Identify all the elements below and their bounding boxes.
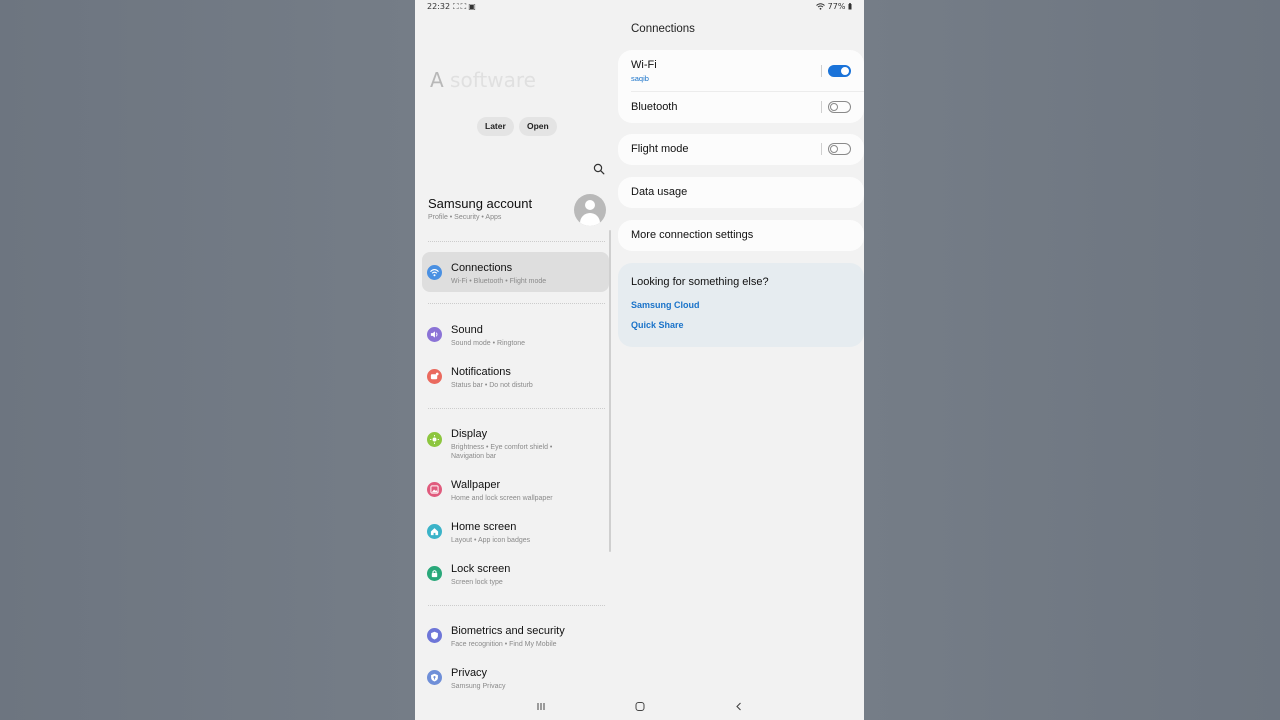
menu-title: Connections (451, 262, 513, 274)
divider (428, 408, 605, 409)
menu-subtitle: Wi-Fi • Bluetooth • Flight mode (451, 278, 547, 285)
menu-item-notifications[interactable]: Notifications Status bar • Do not distur… (422, 356, 609, 396)
battery-level: 77% (827, 2, 846, 11)
recent-apps-icon[interactable] (533, 699, 549, 715)
samsung-account[interactable]: Samsung account Profile • Security • App… (428, 196, 532, 221)
menu-item-wallpaper[interactable]: Wallpaper Home and lock screen wallpaper (422, 469, 609, 509)
privacy-icon (427, 670, 442, 685)
menu-title: Lock screen (451, 563, 511, 575)
menu-subtitle-line2: Navigation bar (451, 453, 497, 460)
menu-title: Sound (451, 324, 483, 336)
divider (428, 303, 605, 304)
row-divider (821, 101, 822, 113)
menu-subtitle: Samsung Privacy (451, 683, 506, 690)
bluetooth-row[interactable]: Bluetooth (618, 92, 864, 123)
divider (428, 605, 605, 606)
menu-title: Biometrics and security (451, 625, 565, 637)
menu-item-home-screen[interactable]: Home screen Layout • App icon badges (422, 511, 609, 551)
menu-subtitle: Layout • App icon badges (451, 537, 531, 544)
menu-subtitle: Home and lock screen wallpaper (451, 495, 553, 502)
status-bar: 22:32 ⛶⛶▣ 77% (415, 0, 864, 14)
back-icon[interactable] (731, 699, 747, 715)
row-divider (821, 65, 822, 77)
menu-subtitle: Status bar • Do not disturb (451, 382, 533, 389)
wifi-bluetooth-card: Wi-Fi saqib Bluetooth (618, 50, 864, 123)
app-update-title: A software (430, 68, 536, 92)
bluetooth-title: Bluetooth (631, 101, 678, 113)
divider (428, 241, 605, 242)
navigation-bar (415, 694, 864, 720)
more-connection-settings-card[interactable]: More connection settings (618, 220, 864, 251)
quick-share-link[interactable]: Quick Share (631, 320, 684, 330)
wifi-network-name: saqib (631, 74, 649, 83)
speaker-icon (427, 327, 442, 342)
menu-title: Notifications (451, 366, 511, 378)
screenshot-icon: ⛶ (453, 2, 461, 11)
lock-icon (427, 566, 442, 581)
flight-mode-title: Flight mode (631, 143, 689, 155)
notification-icons: ⛶⛶▣ (453, 2, 478, 12)
menu-subtitle: Screen lock type (451, 579, 503, 586)
account-title: Samsung account (428, 196, 533, 211)
menu-item-biometrics-security[interactable]: Biometrics and security Face recognition… (422, 615, 609, 655)
status-right: 77% (816, 2, 852, 11)
menu-item-privacy[interactable]: Privacy Samsung Privacy (422, 657, 609, 697)
status-time: 22:32 (427, 2, 451, 11)
home-button-icon[interactable] (632, 699, 648, 715)
menu-title: Privacy (451, 667, 488, 679)
home-icon (427, 524, 442, 539)
app-title-ghost: software (450, 68, 536, 92)
menu-title: Wallpaper (451, 479, 501, 491)
more-settings-title: More connection settings (631, 229, 754, 241)
shield-icon (427, 628, 442, 643)
row-divider (821, 143, 822, 155)
suggestions-title: Looking for something else? (631, 276, 769, 288)
tablet-screen: 22:32 ⛶⛶▣ 77% A software Later Open Sams… (415, 0, 864, 720)
background-right (864, 0, 1280, 720)
open-button[interactable]: Open (519, 117, 557, 136)
wifi-row[interactable]: Wi-Fi saqib (618, 50, 864, 91)
bluetooth-toggle[interactable] (828, 101, 851, 113)
wifi-icon (427, 265, 442, 280)
wifi-toggle[interactable] (828, 65, 851, 77)
connections-detail-panel: Connections Wi-Fi saqib Bluetooth Flight… (618, 14, 864, 694)
wifi-title: Wi-Fi (631, 59, 657, 71)
wifi-signal-icon (816, 2, 828, 11)
menu-item-connections[interactable]: Connections Wi-Fi • Bluetooth • Flight m… (422, 252, 609, 292)
suggestions-card: Looking for something else? Samsung Clou… (618, 263, 864, 347)
background-left (0, 0, 415, 720)
samsung-cloud-link[interactable]: Samsung Cloud (631, 300, 700, 310)
menu-subtitle: Face recognition • Find My Mobile (451, 641, 557, 648)
account-subtitle: Profile • Security • Apps (428, 214, 502, 221)
avatar[interactable] (574, 194, 606, 226)
flight-mode-toggle[interactable] (828, 143, 851, 155)
menu-item-display[interactable]: Display Brightness • Eye comfort shield … (422, 418, 609, 464)
app-title-prefix: A (430, 68, 444, 92)
sun-icon (427, 432, 442, 447)
media-icon: ▣ (468, 2, 478, 11)
menu-item-sound[interactable]: Sound Sound mode • Ringtone (422, 314, 609, 354)
menu-item-lock-screen[interactable]: Lock screen Screen lock type (422, 553, 609, 593)
settings-list-panel: A software Later Open Samsung account Pr… (415, 14, 615, 694)
flight-mode-card[interactable]: Flight mode (618, 134, 864, 165)
menu-subtitle: Sound mode • Ringtone (451, 340, 526, 347)
data-usage-card[interactable]: Data usage (618, 177, 864, 208)
later-button[interactable]: Later (477, 117, 514, 136)
battery-icon (848, 2, 852, 11)
image-icon (427, 482, 442, 497)
scrollbar[interactable] (609, 230, 611, 552)
bell-icon (427, 369, 442, 384)
menu-subtitle: Brightness • Eye comfort shield • (451, 444, 553, 451)
data-usage-title: Data usage (631, 186, 688, 198)
page-title: Connections (631, 23, 695, 35)
menu-title: Display (451, 428, 488, 440)
menu-title: Home screen (451, 521, 517, 533)
search-icon[interactable] (593, 160, 607, 175)
